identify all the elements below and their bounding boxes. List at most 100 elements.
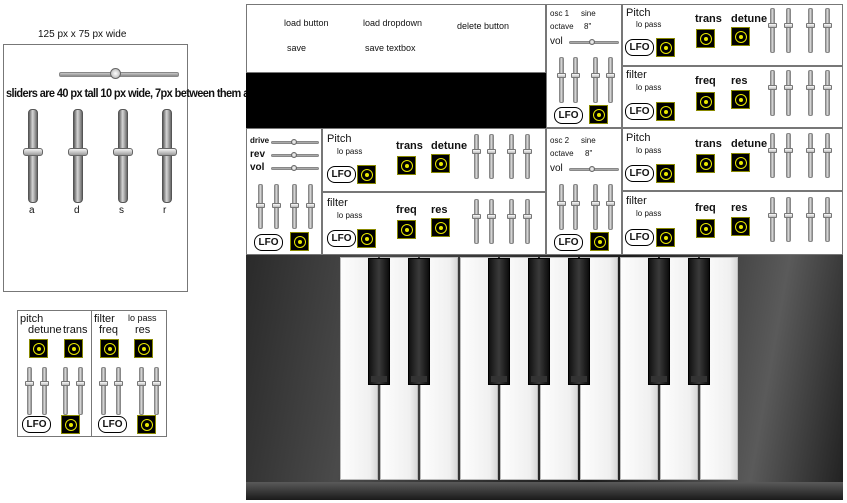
fx-thumb-4[interactable] bbox=[306, 203, 315, 208]
osc1-pitch-lfo-button[interactable]: LFO bbox=[625, 39, 654, 56]
osc1-thumb-2[interactable] bbox=[571, 73, 580, 78]
osc2-filter-slider-2[interactable] bbox=[786, 197, 791, 242]
osc2-filter-thumb-3[interactable] bbox=[806, 213, 815, 218]
master-slider-thumb[interactable] bbox=[110, 68, 121, 79]
drive-thumb[interactable] bbox=[291, 139, 297, 145]
osc2-lfo-knob[interactable] bbox=[590, 232, 609, 251]
mini-filter-lfo-knob[interactable] bbox=[137, 415, 156, 434]
mini-filter-slider-2[interactable] bbox=[116, 367, 121, 415]
load-button[interactable]: load button bbox=[284, 19, 329, 28]
osc1-thumb-4[interactable] bbox=[606, 73, 615, 78]
center-pitch-thumb-4[interactable] bbox=[523, 149, 532, 154]
mini-pitch-lfo-knob[interactable] bbox=[61, 415, 80, 434]
mini-filter-slider-1[interactable] bbox=[101, 367, 106, 415]
osc2-filter-slider-4[interactable] bbox=[825, 197, 830, 242]
delete-button[interactable]: delete button bbox=[457, 22, 509, 31]
attack-thumb[interactable] bbox=[23, 148, 43, 156]
mini-filter-slider-4[interactable] bbox=[154, 367, 159, 415]
osc2-pitch-slider-3[interactable] bbox=[808, 133, 813, 178]
mini-filter-thumb-3[interactable] bbox=[137, 381, 146, 386]
osc1-pitch-slider-1[interactable] bbox=[770, 8, 775, 53]
osc1-freq-knob[interactable] bbox=[696, 92, 715, 111]
mini-detune-knob[interactable] bbox=[29, 339, 48, 358]
center-trans-knob[interactable] bbox=[397, 156, 416, 175]
save-textbox[interactable]: save textbox bbox=[365, 44, 416, 53]
osc1-filter-slider-4[interactable] bbox=[825, 70, 830, 116]
fx-vol-thumb[interactable] bbox=[291, 165, 297, 171]
osc2-pitch-lfo-knob[interactable] bbox=[656, 164, 675, 183]
center-pitch-lfo-button[interactable]: LFO bbox=[327, 166, 356, 183]
fx-lfo-knob[interactable] bbox=[290, 232, 309, 251]
osc2-pitch-thumb-2[interactable] bbox=[784, 148, 793, 153]
center-res-knob[interactable] bbox=[431, 218, 450, 237]
sustain-thumb[interactable] bbox=[113, 148, 133, 156]
osc2-wave[interactable]: sine bbox=[581, 137, 596, 145]
center-pitch-lfo-knob[interactable] bbox=[357, 165, 376, 184]
mini-filter-thumb-2[interactable] bbox=[114, 381, 123, 386]
sustain-slider[interactable] bbox=[118, 109, 128, 203]
center-filter-thumb-4[interactable] bbox=[523, 214, 532, 219]
osc1-thumb-3[interactable] bbox=[591, 73, 600, 78]
osc1-slider-4[interactable] bbox=[608, 57, 613, 103]
osc1-filter-slider-2[interactable] bbox=[786, 70, 791, 116]
osc1-pitch-thumb-2[interactable] bbox=[784, 23, 793, 28]
release-thumb[interactable] bbox=[157, 148, 177, 156]
black-key-1[interactable] bbox=[368, 258, 390, 385]
osc1-wave[interactable]: sine bbox=[581, 10, 596, 18]
osc2-slider-4[interactable] bbox=[608, 184, 613, 230]
mini-res-knob[interactable] bbox=[134, 339, 153, 358]
osc2-pitch-slider-2[interactable] bbox=[786, 133, 791, 178]
osc2-thumb-4[interactable] bbox=[606, 201, 615, 206]
osc2-pitch-thumb-1[interactable] bbox=[768, 148, 777, 153]
center-pitch-slider-2[interactable] bbox=[489, 134, 494, 179]
osc2-slider-2[interactable] bbox=[573, 184, 578, 230]
osc2-detune-knob[interactable] bbox=[731, 153, 750, 172]
osc1-filter-lfo-knob[interactable] bbox=[656, 102, 675, 121]
osc1-filter-thumb-2[interactable] bbox=[784, 85, 793, 90]
osc1-detune-knob[interactable] bbox=[731, 27, 750, 46]
rev-thumb[interactable] bbox=[291, 152, 297, 158]
center-filter-lfo-button[interactable]: LFO bbox=[327, 230, 356, 247]
mini-pitch-thumb-4[interactable] bbox=[76, 381, 85, 386]
osc1-pitch-slider-2[interactable] bbox=[786, 8, 791, 53]
osc1-filter-thumb-1[interactable] bbox=[768, 85, 777, 90]
osc1-pitch-slider-4[interactable] bbox=[825, 8, 830, 53]
center-filter-slider-1[interactable] bbox=[474, 199, 479, 244]
osc2-res-knob[interactable] bbox=[731, 217, 750, 236]
osc2-filter-thumb-2[interactable] bbox=[784, 213, 793, 218]
center-detune-knob[interactable] bbox=[431, 154, 450, 173]
attack-slider[interactable] bbox=[28, 109, 38, 203]
osc2-trans-knob[interactable] bbox=[696, 154, 715, 173]
center-filter-slider-4[interactable] bbox=[525, 199, 530, 244]
osc1-pitch-lfo-knob[interactable] bbox=[656, 38, 675, 57]
osc1-octave-value[interactable]: 8" bbox=[584, 23, 591, 31]
osc2-thumb-1[interactable] bbox=[557, 201, 566, 206]
center-pitch-slider-1[interactable] bbox=[474, 134, 479, 179]
center-pitch-slider-3[interactable] bbox=[509, 134, 514, 179]
mini-freq-knob[interactable] bbox=[100, 339, 119, 358]
center-pitch-thumb-1[interactable] bbox=[472, 149, 481, 154]
black-key-2[interactable] bbox=[408, 258, 430, 385]
black-key-3[interactable] bbox=[488, 258, 510, 385]
osc1-vol-thumb[interactable] bbox=[589, 39, 595, 45]
osc1-res-knob[interactable] bbox=[731, 90, 750, 109]
osc1-filter-slider-1[interactable] bbox=[770, 70, 775, 116]
center-freq-knob[interactable] bbox=[397, 220, 416, 239]
osc1-filter-thumb-3[interactable] bbox=[806, 85, 815, 90]
center-filter-thumb-3[interactable] bbox=[507, 214, 516, 219]
load-dropdown[interactable]: load dropdown bbox=[363, 19, 422, 28]
osc1-thumb-1[interactable] bbox=[557, 73, 566, 78]
mini-pitch-slider-3[interactable] bbox=[63, 367, 68, 415]
center-pitch-slider-4[interactable] bbox=[525, 134, 530, 179]
mini-pitch-lfo-button[interactable]: LFO bbox=[22, 416, 51, 433]
osc1-pitch-thumb-3[interactable] bbox=[806, 23, 815, 28]
osc1-filter-thumb-4[interactable] bbox=[823, 85, 832, 90]
osc2-vol-thumb[interactable] bbox=[589, 166, 595, 172]
mini-pitch-slider-4[interactable] bbox=[78, 367, 83, 415]
osc2-filter-lfo-button[interactable]: LFO bbox=[625, 229, 654, 246]
osc2-pitch-thumb-4[interactable] bbox=[823, 148, 832, 153]
osc2-filter-thumb-4[interactable] bbox=[823, 213, 832, 218]
osc2-pitch-slider-1[interactable] bbox=[770, 133, 775, 178]
center-pitch-thumb-2[interactable] bbox=[487, 149, 496, 154]
osc1-filter-lfo-button[interactable]: LFO bbox=[625, 103, 654, 120]
